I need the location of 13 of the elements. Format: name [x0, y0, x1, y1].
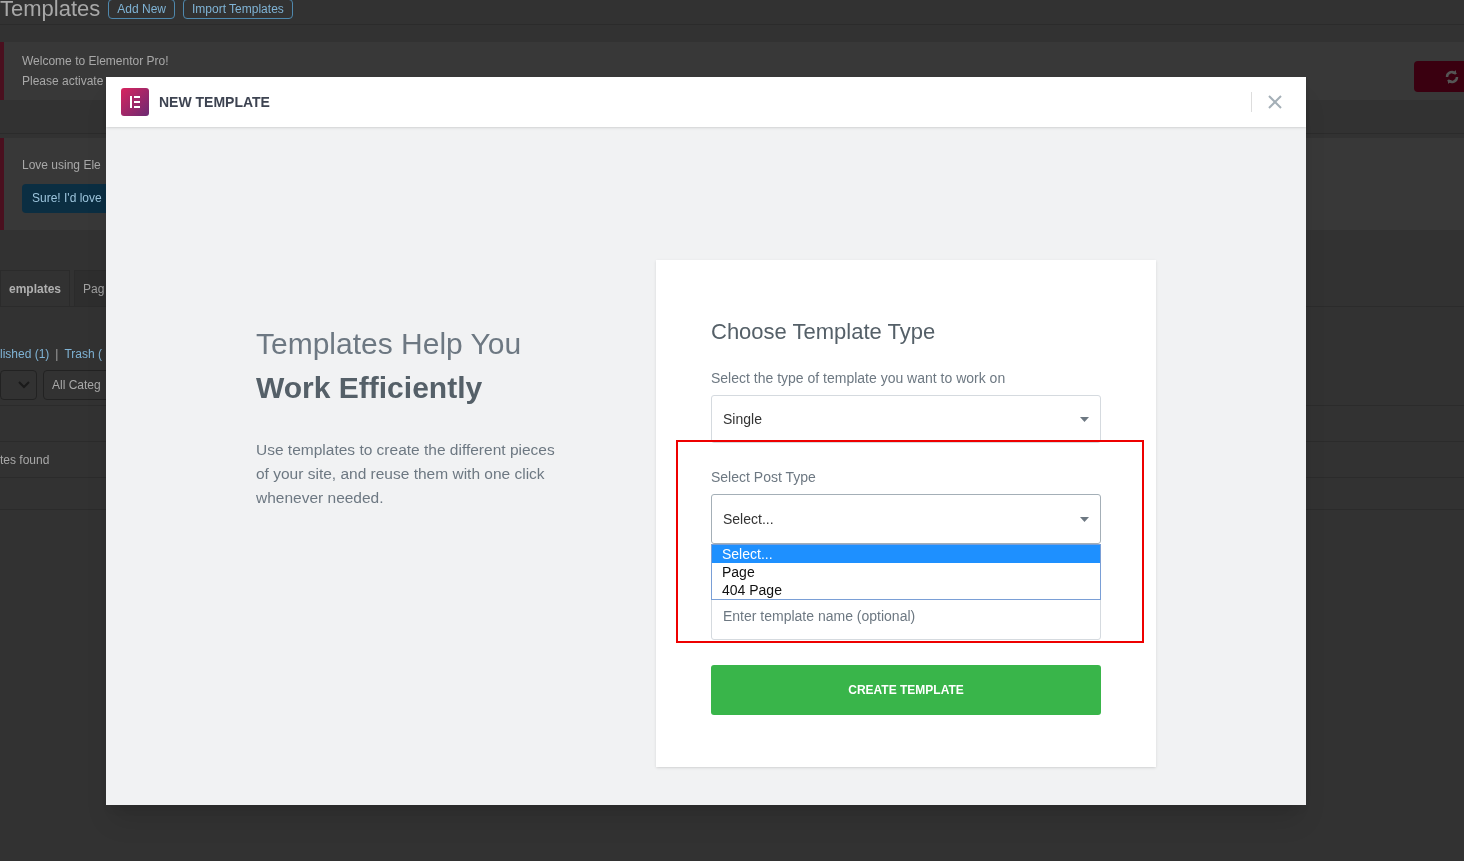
field-label: Select the type of template you want to work on	[711, 369, 1007, 388]
modal-title: NEW TEMPLATE	[159, 92, 270, 112]
separator-text: |	[55, 346, 59, 363]
intro-description: Use templates to create the different pieces of your site, and reuse them with one click whenever needed.	[256, 440, 556, 508]
page-title: Templates	[0, 0, 101, 20]
notice-text: Please activate	[22, 73, 104, 90]
field-label: Select Post Type	[711, 468, 817, 487]
form-title: Choose Template Type	[711, 318, 937, 346]
notice-title: Welcome to Elementor Pro!	[22, 53, 169, 70]
empty-message: tes found	[0, 451, 50, 469]
intro-heading: Work Efficiently	[256, 370, 484, 406]
intro-heading: Templates Help You	[256, 326, 523, 362]
notice-title: Love using Ele	[22, 156, 101, 174]
